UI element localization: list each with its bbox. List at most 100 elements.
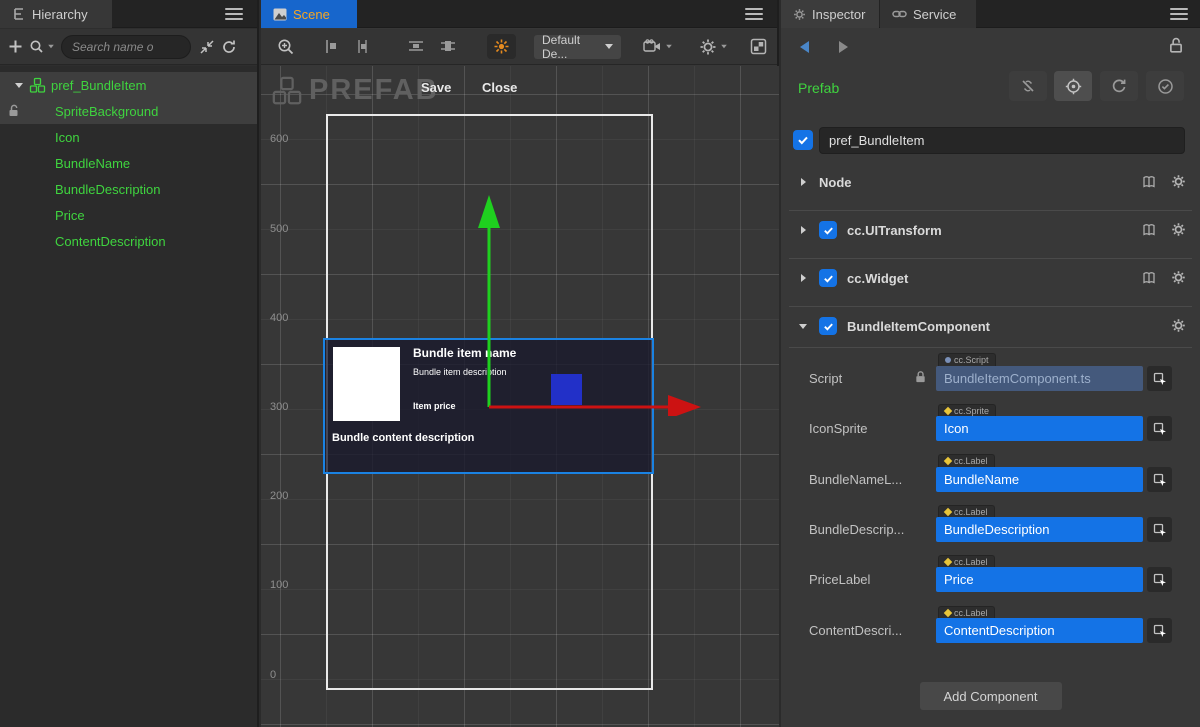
close-button[interactable]: Close bbox=[482, 80, 517, 95]
expand-arrow-icon[interactable] bbox=[801, 274, 806, 282]
asset-picker-icon[interactable] bbox=[1147, 567, 1172, 592]
inspector-lock-icon[interactable] bbox=[1168, 37, 1184, 53]
create-node-button[interactable] bbox=[8, 39, 23, 54]
section-label: Node bbox=[819, 175, 852, 190]
scene-menu-icon[interactable] bbox=[745, 6, 763, 22]
inspector-gear-icon bbox=[793, 8, 806, 21]
component-enabled-checkbox[interactable] bbox=[819, 269, 837, 287]
align-center-v-icon[interactable] bbox=[439, 38, 457, 55]
tab-hierarchy[interactable]: Hierarchy bbox=[0, 0, 112, 28]
component-enabled-checkbox[interactable] bbox=[819, 317, 837, 335]
gizmo-x-axis-arrow bbox=[668, 395, 701, 416]
tree-row-child[interactable]: Price bbox=[0, 202, 257, 228]
type-diamond-icon bbox=[944, 609, 952, 617]
split-view-icon[interactable] bbox=[750, 38, 767, 55]
component-enabled-checkbox[interactable] bbox=[819, 221, 837, 239]
iconsprite-value-field[interactable]: Icon bbox=[936, 416, 1143, 441]
section-node[interactable]: Node bbox=[781, 170, 1200, 198]
add-component-button[interactable]: Add Component bbox=[920, 682, 1062, 710]
scene-settings-gear-icon[interactable] bbox=[699, 38, 728, 56]
bundlename-value-field[interactable]: BundleName bbox=[936, 467, 1143, 492]
prefab-cube-icon bbox=[271, 75, 303, 107]
refresh-icon[interactable] bbox=[221, 39, 237, 55]
search-input[interactable]: Search name o bbox=[61, 35, 191, 59]
asset-picker-icon[interactable] bbox=[1147, 366, 1172, 391]
view-mode-value: Default De... bbox=[542, 33, 605, 61]
gear-icon[interactable] bbox=[1171, 270, 1186, 285]
inspector-panel: Inspector Service Prefab bbox=[781, 0, 1200, 727]
field-label: IconSprite bbox=[809, 421, 927, 436]
asset-picker-icon[interactable] bbox=[1147, 618, 1172, 643]
scene-panel: Scene Default De... bbox=[261, 0, 779, 727]
field-label: BundleDescrip... bbox=[809, 522, 927, 537]
tree-row-child[interactable]: SpriteBackground bbox=[0, 98, 257, 124]
scene-icon bbox=[273, 8, 287, 21]
ruler-label: 300 bbox=[270, 401, 288, 413]
inspector-menu-icon[interactable] bbox=[1170, 6, 1188, 22]
camera-dropdown-icon[interactable] bbox=[643, 39, 673, 54]
gizmo-toggle-icon[interactable] bbox=[487, 34, 516, 59]
nav-back-button[interactable] bbox=[797, 39, 813, 55]
save-button[interactable]: Save bbox=[421, 80, 451, 95]
nav-forward-button[interactable] bbox=[835, 39, 851, 55]
zoom-tool-icon[interactable] bbox=[277, 38, 295, 56]
collapse-all-icon[interactable] bbox=[199, 39, 215, 55]
content-description-label: Bundle content description bbox=[332, 432, 474, 444]
asset-picker-icon[interactable] bbox=[1147, 416, 1172, 441]
tree-row-child[interactable]: Icon bbox=[0, 124, 257, 150]
search-filter-icon[interactable] bbox=[29, 39, 55, 55]
tree-row-child[interactable]: BundleName bbox=[0, 150, 257, 176]
docs-icon[interactable] bbox=[1142, 222, 1157, 237]
section-uitransform[interactable]: cc.UITransform bbox=[781, 218, 1200, 246]
docs-icon[interactable] bbox=[1142, 174, 1157, 189]
unlock-icon[interactable] bbox=[7, 104, 21, 118]
sprite-background-node[interactable]: Bundle item name Bundle item description… bbox=[323, 338, 654, 474]
tree-row-root[interactable]: pref_BundleItem bbox=[0, 72, 257, 98]
tree-node-label: pref_BundleItem bbox=[51, 78, 146, 93]
align-center-h-icon[interactable] bbox=[354, 38, 371, 55]
gear-icon[interactable] bbox=[1171, 222, 1186, 237]
collapse-arrow-icon[interactable] bbox=[799, 324, 807, 329]
expand-arrow-icon[interactable] bbox=[15, 83, 23, 88]
prefab-unlink-button[interactable] bbox=[1009, 71, 1047, 101]
align-top-icon[interactable] bbox=[407, 38, 425, 55]
prefab-reset-button[interactable] bbox=[1100, 71, 1138, 101]
tree-row-child[interactable]: BundleDescription bbox=[0, 176, 257, 202]
bundle-description-label: Bundle item description bbox=[413, 367, 507, 377]
tab-inspector[interactable]: Inspector bbox=[781, 0, 879, 28]
section-bundleitemcomponent[interactable]: BundleItemComponent bbox=[781, 314, 1200, 342]
pricelabel-value-field[interactable]: Price bbox=[936, 567, 1143, 592]
section-label: cc.Widget bbox=[847, 271, 908, 286]
node-active-checkbox[interactable] bbox=[793, 130, 813, 150]
section-label: BundleItemComponent bbox=[847, 319, 990, 334]
align-left-icon[interactable] bbox=[323, 38, 340, 55]
prefab-apply-button[interactable] bbox=[1146, 71, 1184, 101]
prefab-locate-button[interactable] bbox=[1054, 71, 1092, 101]
type-dot-icon bbox=[945, 357, 951, 363]
divider bbox=[789, 347, 1192, 348]
contentdescription-value-field[interactable]: ContentDescription bbox=[936, 618, 1143, 643]
hierarchy-menu-icon[interactable] bbox=[225, 6, 243, 22]
gear-icon[interactable] bbox=[1171, 174, 1186, 189]
tab-scene[interactable]: Scene bbox=[261, 0, 357, 28]
docs-icon[interactable] bbox=[1142, 270, 1157, 285]
tab-hierarchy-label: Hierarchy bbox=[32, 7, 88, 22]
gear-icon[interactable] bbox=[1171, 318, 1186, 333]
bundledescription-value-field[interactable]: BundleDescription bbox=[936, 517, 1143, 542]
section-widget[interactable]: cc.Widget bbox=[781, 266, 1200, 294]
view-mode-dropdown[interactable]: Default De... bbox=[534, 35, 621, 59]
asset-picker-icon[interactable] bbox=[1147, 517, 1172, 542]
expand-arrow-icon[interactable] bbox=[801, 226, 806, 234]
field-label: BundleNameL... bbox=[809, 472, 927, 487]
scene-viewport[interactable]: 600 500 400 300 200 100 0 PREFAB Save Cl… bbox=[261, 66, 779, 727]
expand-arrow-icon[interactable] bbox=[801, 178, 806, 186]
ruler-label: 500 bbox=[270, 223, 288, 235]
ruler-label: 400 bbox=[270, 312, 288, 324]
tab-service[interactable]: Service bbox=[880, 0, 976, 28]
tree-node-label: ContentDescription bbox=[55, 234, 166, 249]
ruler-label: 600 bbox=[270, 133, 288, 145]
node-name-input[interactable]: pref_BundleItem bbox=[819, 127, 1185, 154]
tree-row-child[interactable]: ContentDescription bbox=[0, 228, 257, 254]
asset-picker-icon[interactable] bbox=[1147, 467, 1172, 492]
field-label: PriceLabel bbox=[809, 572, 927, 587]
